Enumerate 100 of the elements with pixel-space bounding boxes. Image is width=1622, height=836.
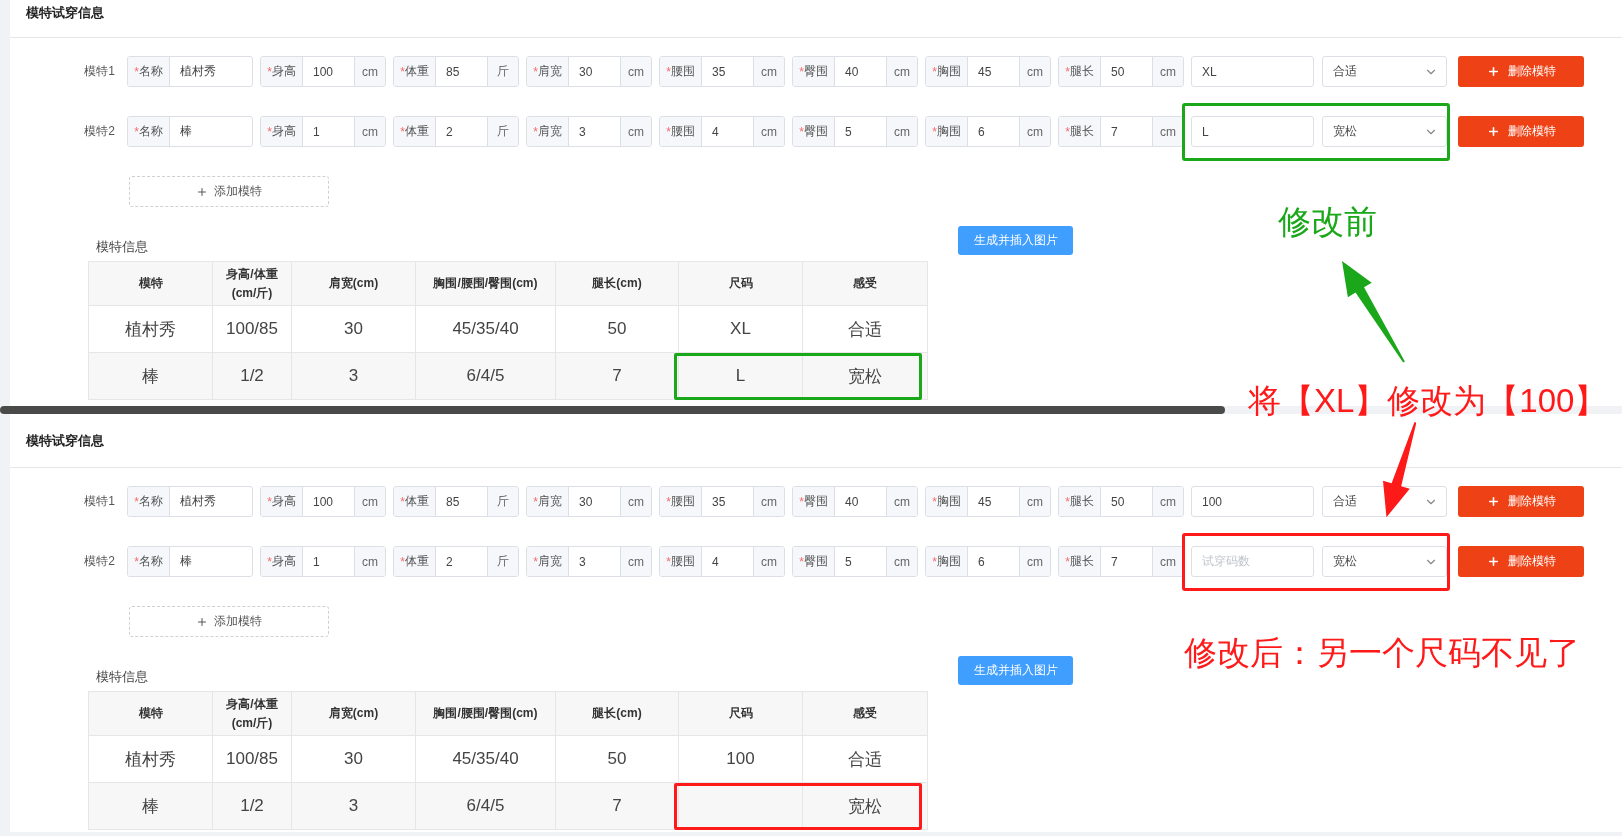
measure-field[interactable]: *臀围 5 cm xyxy=(792,116,918,147)
size-input[interactable]: XL xyxy=(1191,56,1314,87)
unit-label: cm xyxy=(886,117,917,146)
table-cell: 1/2 xyxy=(212,352,292,400)
measure-field[interactable]: *臀围 40 cm xyxy=(792,486,918,517)
feel-select[interactable]: 宽松 xyxy=(1322,546,1447,577)
add-model-button[interactable]: 添加模特 xyxy=(129,176,329,207)
measure-field[interactable]: *胸围 45 cm xyxy=(925,56,1051,87)
table-cell: 100/85 xyxy=(212,735,292,783)
field-label: *体重 xyxy=(394,487,436,516)
measure-field[interactable]: *体重 2 斤 xyxy=(393,546,519,577)
column-header: 感受 xyxy=(802,691,928,736)
field-value: 1 xyxy=(312,123,321,141)
field-label: *体重 xyxy=(394,547,436,576)
field-value: 35 xyxy=(711,63,727,81)
field-label: *名称 xyxy=(128,547,170,576)
field-label: *腰围 xyxy=(660,547,702,576)
field-label: *腿长 xyxy=(1059,117,1101,146)
unit-label: cm xyxy=(886,487,917,516)
field-value: 2 xyxy=(445,123,454,141)
delete-model-button[interactable]: 删除模特 xyxy=(1458,546,1584,577)
table-cell: 50 xyxy=(555,305,679,353)
plus-icon xyxy=(196,615,208,628)
field-label: *腿长 xyxy=(1059,547,1101,576)
table-cell: 30 xyxy=(291,735,416,783)
measure-field[interactable]: *腿长 50 cm xyxy=(1058,486,1184,517)
table-cell: 6/4/5 xyxy=(415,352,556,400)
field-label: *胸围 xyxy=(926,117,968,146)
measure-field[interactable]: *胸围 6 cm xyxy=(925,116,1051,147)
measure-field[interactable]: *腿长 50 cm xyxy=(1058,56,1184,87)
field-value: 7 xyxy=(1110,553,1119,571)
field-value: 植村秀 xyxy=(179,63,217,80)
unit-label: cm xyxy=(753,547,784,576)
field-label: *身高 xyxy=(261,547,303,576)
unit-label: cm xyxy=(753,117,784,146)
feel-select[interactable]: 合适 xyxy=(1322,56,1447,87)
measure-field[interactable]: *腰围 4 cm xyxy=(659,546,785,577)
field-label: *体重 xyxy=(394,57,436,86)
unit-label: cm xyxy=(886,547,917,576)
delete-model-button[interactable]: 删除模特 xyxy=(1458,116,1584,147)
measure-field[interactable]: *腿长 7 cm xyxy=(1058,116,1184,147)
field-label: *腿长 xyxy=(1059,57,1101,86)
unit-label: cm xyxy=(354,547,385,576)
delete-model-button[interactable]: 删除模特 xyxy=(1458,486,1584,517)
measure-field[interactable]: *体重 85 斤 xyxy=(393,56,519,87)
measure-field[interactable]: *肩宽 30 cm xyxy=(526,56,652,87)
measure-field[interactable]: *肩宽 3 cm xyxy=(526,116,652,147)
measure-field[interactable]: *腰围 35 cm xyxy=(659,56,785,87)
field-value: 40 xyxy=(844,63,860,81)
measure-field[interactable]: *肩宽 3 cm xyxy=(526,546,652,577)
feel-select[interactable]: 宽松 xyxy=(1322,116,1447,147)
measure-field[interactable]: *臀围 5 cm xyxy=(792,546,918,577)
table-cell: 合适 xyxy=(802,735,928,783)
field-label: *腰围 xyxy=(660,117,702,146)
unit-label: cm xyxy=(1019,117,1050,146)
measure-field[interactable]: *身高 100 cm xyxy=(260,486,386,517)
field-label: *身高 xyxy=(261,487,303,516)
measure-field[interactable]: *体重 85 斤 xyxy=(393,486,519,517)
field-label: *肩宽 xyxy=(527,57,569,86)
plus-icon xyxy=(1486,555,1500,568)
measure-field[interactable]: *腰围 35 cm xyxy=(659,486,785,517)
size-input[interactable]: L xyxy=(1191,116,1314,147)
field-label: *臀围 xyxy=(793,547,835,576)
measure-field[interactable]: *腰围 4 cm xyxy=(659,116,785,147)
field-value: 2 xyxy=(445,553,454,571)
field-label: *胸围 xyxy=(926,487,968,516)
measure-field[interactable]: *名称 棒 xyxy=(127,116,253,147)
field-value: 6 xyxy=(977,553,986,571)
unit-label: cm xyxy=(1152,117,1183,146)
column-header: 腿长(cm) xyxy=(555,691,679,736)
measure-field[interactable]: *名称 植村秀 xyxy=(127,486,253,517)
model-label: 模特1 xyxy=(83,63,115,80)
table-cell: 植村秀 xyxy=(88,305,213,353)
measure-field[interactable]: *身高 100 cm xyxy=(260,56,386,87)
unit-label: 斤 xyxy=(487,547,518,576)
measure-field[interactable]: *身高 1 cm xyxy=(260,116,386,147)
measure-field[interactable]: *胸围 45 cm xyxy=(925,486,1051,517)
unit-label: cm xyxy=(886,57,917,86)
field-label: *腰围 xyxy=(660,57,702,86)
measure-field[interactable]: *名称 棒 xyxy=(127,546,253,577)
table-cell: 50 xyxy=(555,735,679,783)
measure-field[interactable]: *胸围 6 cm xyxy=(925,546,1051,577)
measure-field[interactable]: *肩宽 30 cm xyxy=(526,486,652,517)
add-model-button[interactable]: 添加模特 xyxy=(129,606,329,637)
column-header: 胸围/腰围/臀围(cm) xyxy=(415,691,556,736)
field-label: *肩宽 xyxy=(527,547,569,576)
unit-label: 斤 xyxy=(487,117,518,146)
field-value: 40 xyxy=(844,493,860,511)
field-value: 45 xyxy=(977,493,993,511)
field-value: 3 xyxy=(578,553,587,571)
measure-field[interactable]: *名称 植村秀 xyxy=(127,56,253,87)
measure-field[interactable]: *身高 1 cm xyxy=(260,546,386,577)
measure-field[interactable]: *臀围 40 cm xyxy=(792,56,918,87)
size-input[interactable]: 100 xyxy=(1191,486,1314,517)
measure-field[interactable]: *体重 2 斤 xyxy=(393,116,519,147)
table-cell: 30 xyxy=(291,305,416,353)
unit-label: cm xyxy=(1152,547,1183,576)
table-cell: 45/35/40 xyxy=(415,735,556,783)
measure-field[interactable]: *腿长 7 cm xyxy=(1058,546,1184,577)
delete-model-button[interactable]: 删除模特 xyxy=(1458,56,1584,87)
